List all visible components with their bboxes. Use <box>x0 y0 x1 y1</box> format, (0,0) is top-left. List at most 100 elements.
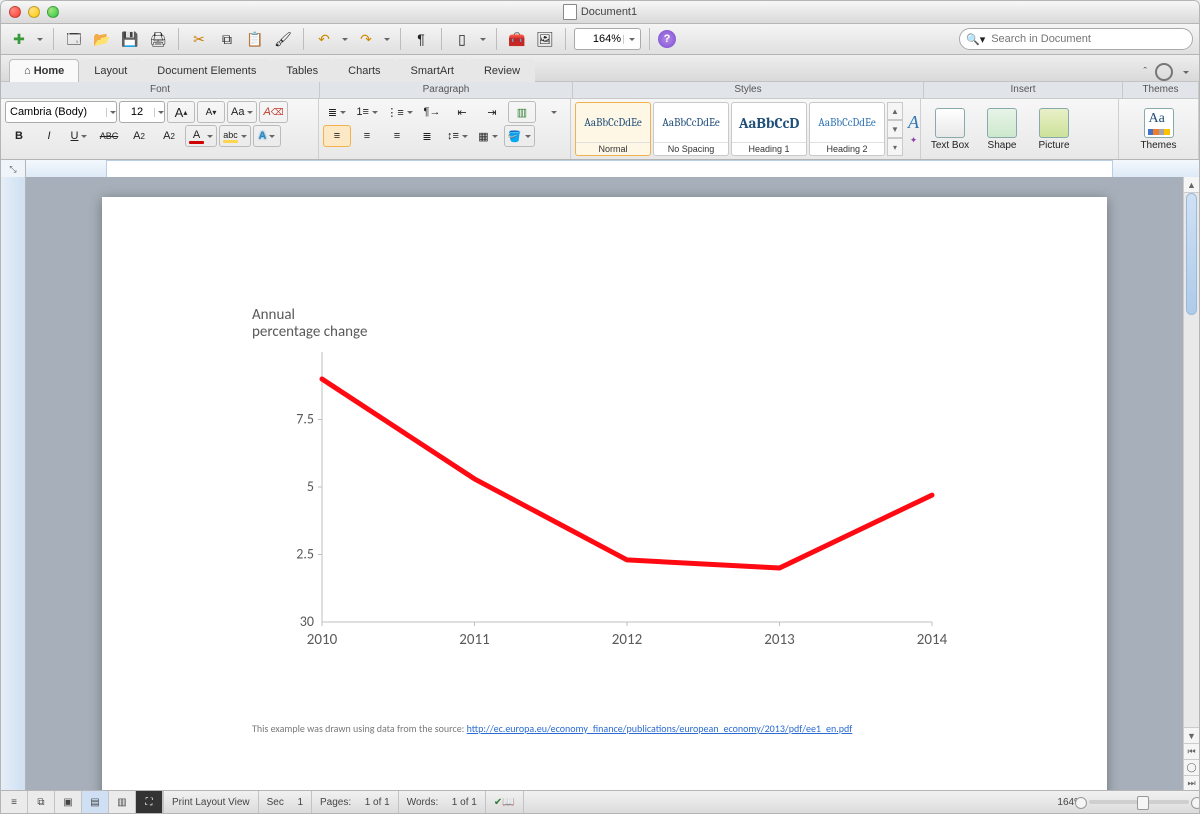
style-normal[interactable]: AaBbCcDdEe Normal <box>575 102 651 156</box>
change-case-button[interactable]: Aa <box>227 101 257 123</box>
words-indicator[interactable]: Words: 1 of 1 <box>399 791 486 813</box>
ribbon-settings-dropdown[interactable] <box>1181 68 1191 77</box>
ribbon-settings-icon[interactable] <box>1155 63 1173 81</box>
tab-tables[interactable]: Tables <box>271 59 333 82</box>
undo-button[interactable]: ↶ <box>312 27 336 51</box>
zoom-slider[interactable] <box>1089 800 1189 804</box>
undo-dropdown[interactable] <box>340 35 350 44</box>
insert-shape-button[interactable]: Shape <box>977 101 1027 157</box>
next-page-button[interactable]: ⏭ <box>1184 775 1199 791</box>
font-color-button[interactable]: A <box>185 125 217 147</box>
outline-view-button[interactable]: ⧉ <box>28 791 55 813</box>
columns-button[interactable]: ▥ <box>508 101 536 123</box>
tab-layout[interactable]: Layout <box>79 59 142 82</box>
copy-button[interactable]: ⧉ <box>215 27 239 51</box>
multilevel-button[interactable]: ⋮≡ <box>383 101 416 123</box>
styles-scroll-down[interactable]: ▼ <box>887 120 903 138</box>
increase-indent-button[interactable]: ⇥ <box>478 101 506 123</box>
font-name-dropdown-icon[interactable] <box>106 108 119 117</box>
bullets-button[interactable]: ≣ <box>323 101 351 123</box>
print-button[interactable]: 🖨 <box>146 27 170 51</box>
publishing-view-button[interactable]: ▣ <box>55 791 82 813</box>
vertical-ruler[interactable] <box>1 177 26 791</box>
document-canvas[interactable]: Annual percentage change 7.552.530201020… <box>26 177 1183 791</box>
paste-button[interactable]: 📋 <box>243 27 267 51</box>
zoom-window-button[interactable] <box>47 6 59 18</box>
styles-scroll-up[interactable]: ▲ <box>887 102 903 120</box>
tab-review[interactable]: Review <box>469 59 535 82</box>
scroll-down-button[interactable]: ▼ <box>1184 727 1199 743</box>
change-styles-button[interactable]: A✦ <box>907 101 920 157</box>
redo-dropdown[interactable] <box>382 35 392 44</box>
print-layout-view-button[interactable]: ▤ <box>82 791 109 813</box>
borders-button[interactable]: ▦ <box>474 125 502 147</box>
help-button[interactable]: ? <box>658 30 676 48</box>
justify-button[interactable]: ≣ <box>413 125 441 147</box>
zoom-value[interactable] <box>575 33 623 45</box>
columns-dropdown[interactable] <box>538 101 566 123</box>
new-from-template-button[interactable]: 🗔 <box>62 27 86 51</box>
font-name-combo[interactable] <box>5 101 117 123</box>
style-heading-1[interactable]: AaBbCcD Heading 1 <box>731 102 807 156</box>
notebook-view-button[interactable]: ▥ <box>109 791 136 813</box>
align-center-button[interactable]: ≡ <box>353 125 381 147</box>
zoom-combo[interactable] <box>574 28 641 50</box>
align-left-button[interactable]: ≡ <box>323 125 351 147</box>
toolbox-button[interactable]: 🧰 <box>505 27 529 51</box>
minimize-window-button[interactable] <box>28 6 40 18</box>
highlight-button[interactable]: abc <box>219 125 251 147</box>
font-size-field[interactable] <box>120 106 154 118</box>
sidebar-toggle-dropdown[interactable] <box>478 35 488 44</box>
font-size-dropdown-icon[interactable] <box>154 108 167 117</box>
scroll-track[interactable] <box>1184 193 1199 727</box>
shrink-font-button[interactable]: A▾ <box>197 101 225 123</box>
font-size-combo[interactable] <box>119 101 165 123</box>
section-indicator[interactable]: Sec 1 <box>259 791 312 813</box>
style-no-spacing[interactable]: AaBbCcDdEe No Spacing <box>653 102 729 156</box>
insert-picture-button[interactable]: Picture <box>1029 101 1079 157</box>
tab-charts[interactable]: Charts <box>333 59 395 82</box>
close-window-button[interactable] <box>9 6 21 18</box>
superscript-button[interactable]: A2 <box>125 125 153 147</box>
align-left-ltr-button[interactable]: ¶→ <box>418 101 446 123</box>
subscript-button[interactable]: A2 <box>155 125 183 147</box>
align-right-button[interactable]: ≡ <box>383 125 411 147</box>
open-button[interactable]: 📂 <box>90 27 114 51</box>
zoom-slider-knob[interactable] <box>1137 796 1149 810</box>
cut-button[interactable]: ✂ <box>187 27 211 51</box>
show-marks-button[interactable]: ¶ <box>409 27 433 51</box>
gallery-button[interactable]: 🖼 <box>533 27 557 51</box>
font-name-field[interactable] <box>6 106 106 118</box>
save-button[interactable]: 💾 <box>118 27 142 51</box>
line-spacing-button[interactable]: ↕≡ <box>443 125 472 147</box>
spellcheck-button[interactable]: ✔📖 <box>486 791 524 813</box>
scroll-up-button[interactable]: ▲ <box>1184 177 1199 193</box>
collapse-ribbon-icon[interactable]: ˆ <box>1143 66 1147 78</box>
scroll-thumb[interactable] <box>1186 193 1197 315</box>
ruler-corner-button[interactable]: ⤡ <box>1 160 26 178</box>
underline-button[interactable]: U <box>65 125 93 147</box>
themes-button[interactable]: Aa Themes <box>1134 101 1184 157</box>
vertical-scrollbar[interactable]: ▲ ▼ ⏮ ◯ ⏭ <box>1183 177 1199 791</box>
decrease-indent-button[interactable]: ⇤ <box>448 101 476 123</box>
draft-view-button[interactable]: ≡ <box>1 791 28 813</box>
sidebar-toggle-button[interactable]: ▯ <box>450 27 474 51</box>
search-input[interactable] <box>989 32 1186 46</box>
insert-textbox-button[interactable]: Text Box <box>925 101 975 157</box>
zoom-dropdown-icon[interactable] <box>623 35 640 44</box>
pages-indicator[interactable]: Pages: 1 of 1 <box>312 791 399 813</box>
horizontal-ruler[interactable] <box>26 160 1199 178</box>
prev-page-button[interactable]: ⏮ <box>1184 743 1199 759</box>
grow-font-button[interactable]: A▴ <box>167 101 195 123</box>
new-doc-button[interactable]: ✚ <box>7 27 31 51</box>
format-painter-button[interactable]: 🖌 <box>271 27 295 51</box>
strikethrough-button[interactable]: ABC <box>95 125 123 147</box>
style-heading-2[interactable]: AaBbCcDdEe Heading 2 <box>809 102 885 156</box>
bold-button[interactable]: B <box>5 125 33 147</box>
clear-formatting-button[interactable]: A⌫ <box>259 101 287 123</box>
browse-object-button[interactable]: ◯ <box>1184 759 1199 775</box>
search-box[interactable]: 🔍▾ <box>959 28 1193 50</box>
text-effects-button[interactable]: A <box>253 125 281 147</box>
tab-smartart[interactable]: SmartArt <box>396 59 469 82</box>
redo-button[interactable]: ↷ <box>354 27 378 51</box>
